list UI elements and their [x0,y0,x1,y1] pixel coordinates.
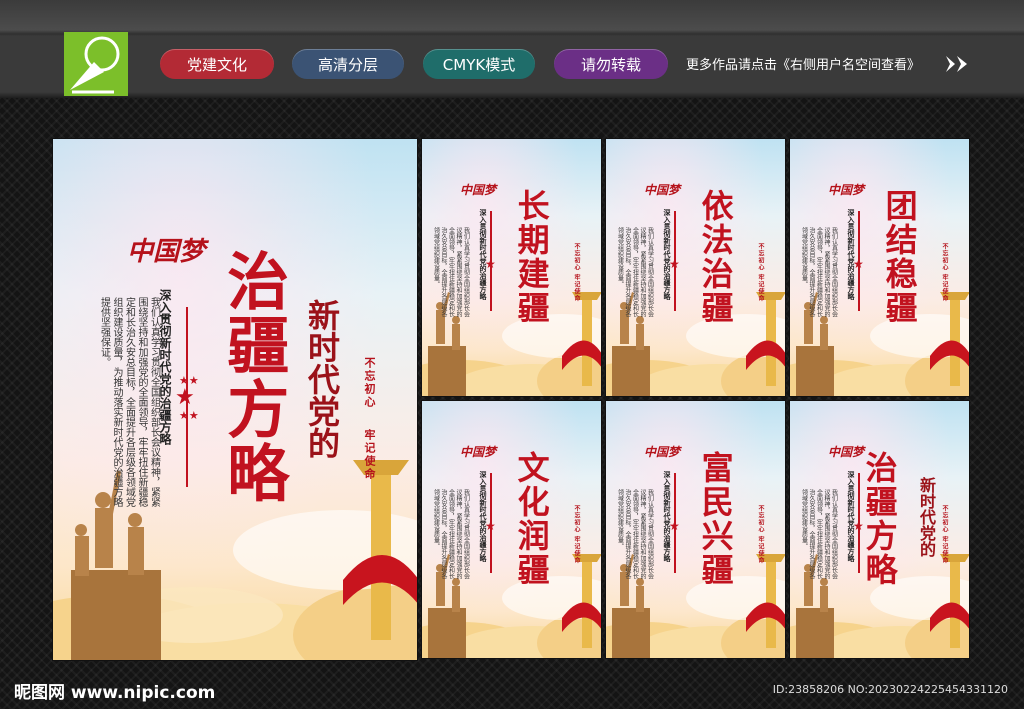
small-poster-6: 中国梦 治疆方略 新时代党的 深入贯彻新时代党的治疆方略 我们认真学习贯彻全国组… [789,400,970,659]
china-dream-brand: 中国梦 [828,183,865,197]
body-text: 我们认真学习贯彻全国组织部长会议精神，紧紧围绕坚持和加强党的全面领导，牢牢扭住新… [616,227,654,317]
small-poster-3: 中国梦 团结稳疆 深入贯彻新时代党的治疆方略 我们认真学习贯彻全国组织部长会议精… [789,138,970,397]
star-icon: ★ [485,519,496,533]
china-dream-brand: 中国梦 [644,445,681,459]
china-dream-brand: 中国梦 [127,237,206,267]
heading-line: 深入贯彻新时代党的治疆方略 [479,209,488,300]
poster-title: 长期建疆 [512,189,551,325]
body-text: 我们认真学习贯彻全国组织部长会议精神，紧紧围绕坚持和加强党的全面领导，牢牢扭住新… [98,297,160,507]
slogan: 不忘初心 牢记使命 [757,243,764,303]
slogan: 不忘初心 牢记使命 [941,505,948,565]
poster-title: 富民兴疆 [696,451,735,587]
tag-cmyk-mode[interactable]: CMYK模式 [423,49,535,79]
slogan-b: 牢记使命 [363,429,376,481]
star-icon: ★ [485,257,496,271]
slogan-a: 不忘初心 [363,357,376,409]
star-icon: ★ [853,519,864,533]
footer-id: ID:23858206 NO:20230224225454331120 [772,683,1008,696]
slogan: 不忘初心 牢记使命 [573,505,580,565]
body-text: 我们认真学习贯彻全国组织部长会议精神，紧紧围绕坚持和加强党的全面领导，牢牢扭住新… [432,489,470,579]
poster-title: 团结稳疆 [880,189,919,325]
slogan: 不忘初心 牢记使命 [757,505,764,565]
small-poster-5: 中国梦 富民兴疆 深入贯彻新时代党的治疆方略 我们认真学习贯彻全国组织部长会议精… [605,400,786,659]
poster-subtitle: 新时代党的 [917,477,936,557]
star-icon: ★ [669,519,680,533]
china-dream-brand: 中国梦 [644,183,681,197]
double-chevron-right-icon[interactable] [944,54,972,74]
body-text: 我们认真学习贯彻全国组织部长会议精神，紧紧围绕坚持和加强党的全面领导，牢牢扭住新… [432,227,470,317]
china-dream-brand: 中国梦 [828,445,865,459]
main-title: 治疆方略 [216,249,290,505]
body-text: 我们认真学习贯彻全国组织部长会议精神，紧紧围绕坚持和加强党的全面领导，牢牢扭住新… [616,489,654,579]
star-icon: ★★ [179,409,199,422]
tag-no-reprint[interactable]: 请勿转载 [554,49,668,79]
site-logo[interactable] [64,32,128,96]
pen-nib-icon [70,36,120,94]
poster-title: 文化润疆 [512,451,551,587]
heading-line: 深入贯彻新时代党的治疆方略 [847,471,856,562]
small-poster-1: 中国梦 长期建疆 深入贯彻新时代党的治疆方略 我们认真学习贯彻全国组织部长会议精… [421,138,602,397]
body-text: 我们认真学习贯彻全国组织部长会议精神，紧紧围绕坚持和加强党的全面领导，牢牢扭住新… [800,489,838,579]
heading-line: 深入贯彻新时代党的治疆方略 [479,471,488,562]
heading-line: 深入贯彻新时代党的治疆方略 [663,209,672,300]
china-dream-brand: 中国梦 [460,183,497,197]
small-poster-4: 中国梦 文化润疆 深入贯彻新时代党的治疆方略 我们认真学习贯彻全国组织部长会议精… [421,400,602,659]
more-works-notice[interactable]: 更多作品请点击《右侧用户名空间查看》 [686,54,920,73]
small-poster-2: 中国梦 依法治疆 深入贯彻新时代党的治疆方略 我们认真学习贯彻全国组织部长会议精… [605,138,786,397]
poster-title: 治疆方略 [860,451,899,587]
slogan: 不忘初心 牢记使命 [573,243,580,303]
tag-party-culture[interactable]: 党建文化 [160,49,274,79]
main-subtitle: 新时代党的 [303,299,341,459]
main-poster: 中国梦 治疆方略 新时代党的 不忘初心 牢记使命 深入贯彻新时代党的治疆方略 我… [52,138,418,661]
footer-brand[interactable]: 昵图网 www.nipic.com [14,678,215,703]
star-icon: ★ [669,257,680,271]
heading-line: 深入贯彻新时代党的治疆方略 [847,209,856,300]
body-text: 我们认真学习贯彻全国组织部长会议精神，紧紧围绕坚持和加强党的全面领导，牢牢扭住新… [800,227,838,317]
slogan: 不忘初心 牢记使命 [941,243,948,303]
star-icon: ★ [175,385,195,410]
poster-title: 依法治疆 [696,189,735,325]
heading-line: 深入贯彻新时代党的治疆方略 [663,471,672,562]
star-icon: ★ [853,257,864,271]
tag-high-definition[interactable]: 高清分层 [292,49,404,79]
china-dream-brand: 中国梦 [460,445,497,459]
